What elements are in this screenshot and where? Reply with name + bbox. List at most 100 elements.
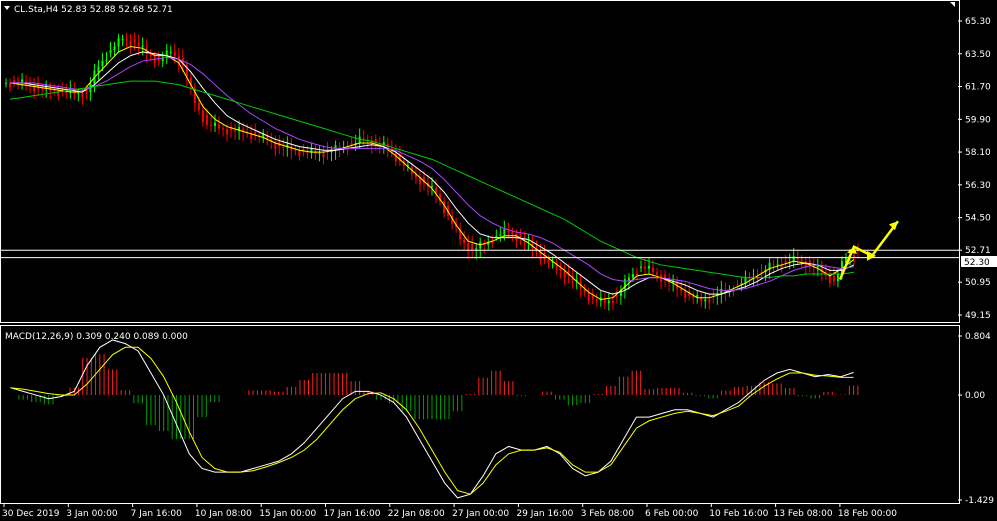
candle-body (41, 88, 44, 90)
candle-body (652, 267, 655, 273)
window-corner-icon[interactable] (950, 2, 955, 7)
candle-body (209, 124, 212, 126)
candle-body (511, 232, 514, 234)
candle-body (507, 230, 510, 233)
candle-body (495, 235, 498, 237)
candle-body (129, 40, 132, 47)
price-tick-label: 56.30 (965, 181, 991, 191)
candle-body (784, 260, 787, 264)
candle-body (394, 152, 397, 162)
current-price-label: 52.30 (964, 258, 990, 268)
moving-average-ma_slow (10, 56, 855, 291)
candle-body (748, 278, 751, 280)
candle-body (113, 46, 116, 51)
candle-body (796, 257, 799, 260)
candle-body (65, 91, 68, 93)
candle-body (443, 201, 446, 214)
candle-body (431, 185, 433, 187)
candle-body (615, 295, 618, 297)
time-tick-label: 6 Feb 00:00 (645, 509, 699, 519)
price-tick-label: 59.90 (965, 115, 991, 125)
time-tick-label: 17 Jan 16:00 (324, 509, 381, 519)
time-axis: 30 Dec 2019 3 Jan 00:00 7 Jan 16:00 10 Jan … (2, 503, 897, 519)
candle-body (109, 50, 112, 53)
candle-body (491, 241, 494, 244)
time-tick-label: 18 Feb 00:00 (838, 509, 897, 519)
candle-body (587, 292, 590, 301)
time-tick-label: 7 Jan 16:00 (131, 509, 183, 519)
candle-body (736, 284, 739, 286)
price-tick-label: 63.50 (965, 50, 991, 60)
candle-body (294, 150, 297, 152)
macd-header: MACD(12,26,9) 0.309 0.240 0.089 0.000 (5, 332, 188, 342)
candle-body (499, 234, 502, 236)
candle-body (133, 38, 136, 43)
candle-body (101, 61, 104, 67)
price-tick-label: 61.70 (965, 83, 991, 93)
moving-average-ma_fast (9, 45, 855, 301)
candle-body (648, 265, 651, 269)
candle-body (603, 299, 606, 304)
candle-body (222, 128, 225, 130)
candle-body (117, 38, 120, 47)
collapse-triangle-icon[interactable] (4, 6, 10, 10)
chart-root: CL.Sta,H4 52.83 52.88 52.68 52.71 MACD(1… (0, 0, 997, 519)
candle-body (77, 93, 80, 95)
candle-body (213, 122, 216, 126)
macd-tick-label: -1.429 (965, 496, 994, 506)
macd-tick-label: 0.00 (965, 391, 985, 401)
candle-body (643, 266, 646, 269)
candle-body (852, 255, 855, 258)
candle-body (362, 138, 365, 140)
candles-group (5, 32, 859, 311)
price-tick-label: 58.10 (965, 148, 991, 158)
candle-body (611, 300, 614, 303)
time-tick-label: 10 Jan 08:00 (195, 509, 252, 519)
candle-body (173, 51, 176, 57)
candle-body (5, 82, 8, 84)
candle-body (800, 259, 803, 262)
candle-body (53, 90, 56, 92)
time-tick-label: 10 Feb 16:00 (709, 509, 768, 519)
candle-body (125, 39, 128, 41)
candle-body (563, 271, 566, 278)
price-tick-label: 50.95 (965, 278, 991, 288)
price-tick-label: 52.71 (965, 246, 991, 256)
moving-averages-group (9, 45, 855, 301)
candle-body (631, 274, 634, 278)
candle-body (836, 273, 839, 282)
candle-body (306, 152, 309, 154)
price-tick-label: 65.30 (965, 17, 991, 27)
candle-body (197, 102, 200, 111)
candle-body (298, 150, 301, 157)
candle-body (97, 66, 100, 73)
candle-body (205, 114, 208, 125)
candle-body (350, 143, 353, 145)
candle-body (527, 240, 530, 242)
macd-tick-label: 0.804 (965, 332, 991, 342)
candle-body (9, 82, 12, 88)
time-tick-label: 15 Jan 00:00 (259, 509, 316, 519)
candle-body (141, 45, 144, 47)
time-tick-label: 13 Feb 08:00 (774, 509, 833, 519)
candle-body (463, 239, 466, 244)
candle-body (234, 130, 237, 132)
time-tick-label: 27 Jan 00:00 (452, 509, 509, 519)
macd-histogram (18, 354, 859, 440)
candle-body (547, 259, 550, 263)
candle-body (165, 50, 168, 59)
time-tick-label: 3 Jan 00:00 (66, 509, 118, 519)
candle-body (137, 42, 140, 47)
candle-body (282, 146, 285, 148)
candle-body (559, 268, 562, 272)
candle-body (121, 39, 124, 41)
time-tick-label: 29 Jan 16:00 (516, 509, 573, 519)
candle-body (218, 124, 221, 129)
price-tick-label: 54.50 (965, 214, 991, 224)
candle-body (595, 299, 598, 301)
price-axis: 65.30 63.50 61.70 59.90 58.10 56.30 54.50 52.71… (958, 17, 991, 321)
time-tick-label: 3 Feb 08:00 (581, 509, 635, 519)
macd-line-signal (10, 346, 854, 495)
candle-body (519, 233, 522, 238)
candle-body (639, 266, 642, 268)
